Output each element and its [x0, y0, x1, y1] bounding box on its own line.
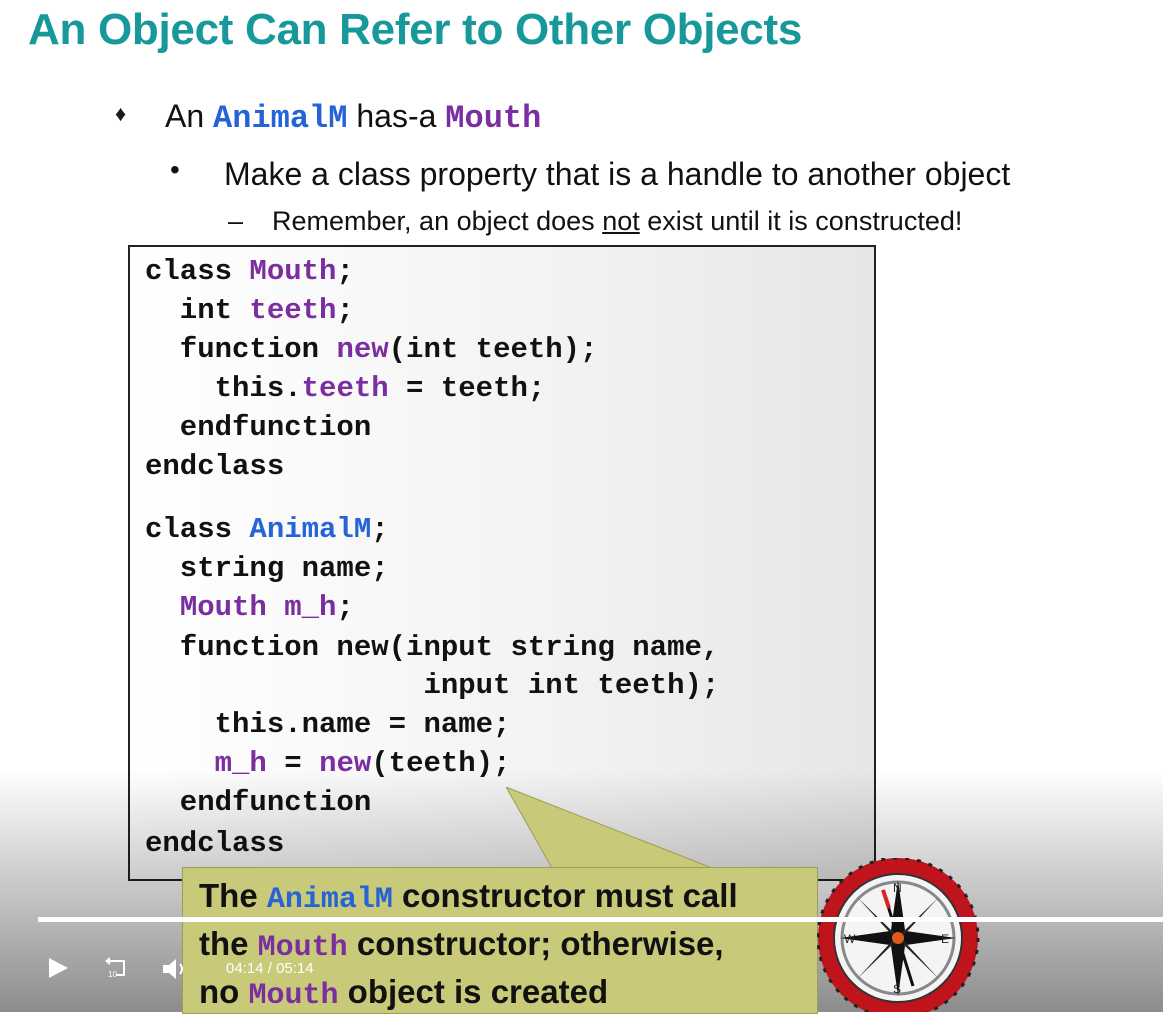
volume-icon[interactable] — [160, 954, 190, 984]
code-line: function new(int teeth); — [145, 333, 598, 366]
callout-token: constructor must call — [392, 877, 738, 914]
code-line: int teeth; — [145, 294, 354, 327]
code-token: ; — [371, 513, 389, 546]
callout-token: no — [199, 973, 249, 1010]
compass-label: N — [893, 881, 902, 895]
callout-token: object is created — [338, 973, 609, 1010]
code-token: new — [319, 747, 372, 780]
code-token: new — [336, 333, 389, 366]
time-separator: / — [267, 960, 272, 977]
code-token: Mouth — [249, 255, 337, 288]
callout-token: The — [199, 877, 267, 914]
slide-title: An Object Can Refer to Other Objects — [28, 5, 803, 54]
code-line: endclass — [145, 450, 285, 483]
callout-token: AnimalM — [266, 883, 393, 917]
diamond-bullet-icon: ♦ — [115, 101, 127, 126]
code-token: Mouth m_h — [179, 591, 337, 624]
current-time: 04:14 — [226, 960, 264, 977]
code-token: this. — [145, 372, 302, 405]
code-block: class Mouth; int teeth; function new(int… — [128, 245, 876, 881]
code-listing: class Mouth; int teeth; function new(int… — [130, 247, 719, 860]
bullet-text: An — [165, 98, 214, 134]
code-token: class — [145, 513, 250, 546]
progress-bar[interactable] — [38, 917, 1163, 922]
callout-token: Mouth — [248, 979, 339, 1013]
code-token: AnimalM — [249, 513, 372, 546]
compass-icon: N S E W — [817, 858, 980, 1012]
code-token: function — [145, 333, 337, 366]
underlined-word: not — [602, 206, 640, 236]
class-name-mouth: Mouth — [445, 100, 542, 137]
callout-text: The AnimalM constructor must call the Mo… — [199, 874, 738, 1018]
play-icon[interactable] — [46, 956, 70, 980]
code-line: this.name = name; — [145, 708, 511, 741]
code-line: this.teeth = teeth; — [145, 372, 546, 405]
code-token: int — [145, 294, 250, 327]
compass-label: W — [844, 932, 856, 946]
dash-bullet-icon: – — [228, 206, 244, 236]
code-token: ; — [336, 591, 354, 624]
code-line: class Mouth; — [145, 255, 354, 288]
bullet-text: Remember, an object does — [272, 206, 603, 236]
bullet-level1-text: An AnimalM has-a Mouth — [165, 98, 541, 137]
code-line: endfunction — [145, 786, 372, 819]
code-token: = — [266, 747, 320, 780]
callout-line: no Mouth object is created — [199, 970, 738, 1018]
code-line: class AnimalM; — [145, 513, 389, 546]
callout-token: constructor; otherwise, — [347, 925, 724, 962]
callout-box: The AnimalM constructor must call the Mo… — [182, 867, 818, 1014]
rewind-label: 10 — [108, 970, 117, 979]
compass-label: E — [941, 932, 949, 946]
code-line: input int teeth); — [145, 669, 720, 702]
progress-fill — [38, 917, 1163, 922]
callout-token: the — [199, 925, 258, 962]
code-token: class — [145, 255, 250, 288]
code-line: Mouth m_h; — [145, 591, 354, 624]
time-display: 04:14 / 05:14 — [226, 960, 314, 977]
duration: 05:14 — [276, 960, 314, 977]
code-token: teeth — [249, 294, 337, 327]
code-line: endfunction — [145, 411, 372, 444]
dot-bullet-icon: • — [170, 154, 180, 185]
code-line: endclass — [145, 827, 285, 860]
class-name-animalm: AnimalM — [213, 100, 348, 137]
callout-line: The AnimalM constructor must call — [199, 874, 738, 922]
code-token: ; — [336, 255, 354, 288]
bullet-level3-text: Remember, an object does not exist until… — [272, 206, 962, 237]
bullet-level2-text: Make a class property that is a handle t… — [224, 156, 1011, 192]
bullet-text: has-a — [347, 98, 446, 134]
code-token: (teeth); — [371, 747, 511, 780]
code-token: ; — [336, 294, 354, 327]
code-token: (int teeth); — [388, 333, 598, 366]
code-line: string name; — [145, 552, 389, 585]
code-line: function new(input string name, — [145, 631, 720, 664]
bullet-text: exist until it is constructed! — [639, 206, 963, 236]
code-token: m_h — [214, 747, 267, 780]
callout-pointer — [506, 787, 713, 869]
compass-label: S — [893, 982, 901, 996]
rewind-10-icon[interactable]: 10 — [102, 955, 130, 983]
code-token: teeth — [301, 372, 389, 405]
code-line: m_h = new(teeth); — [145, 747, 511, 780]
code-token: = teeth; — [388, 372, 546, 405]
